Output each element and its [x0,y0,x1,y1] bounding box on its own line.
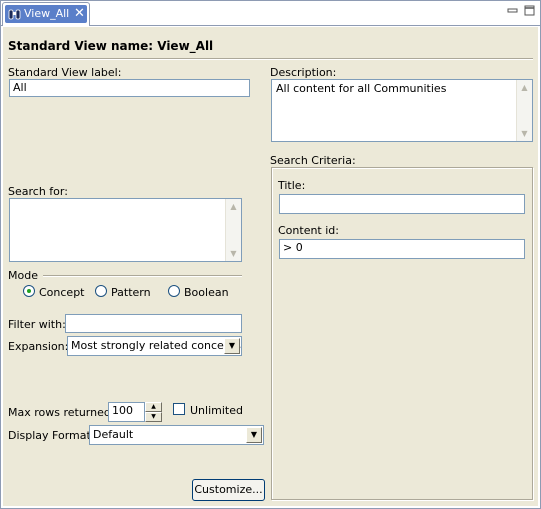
customize-button[interactable]: Customize... [192,479,265,501]
chevron-down-icon[interactable]: ▼ [246,427,262,443]
binoculars-icon [8,9,21,20]
mode-pattern-radio[interactable] [95,285,107,297]
display-format-value: Default [93,428,134,441]
filter-with-caption: Filter with: [8,318,66,331]
chevron-down-icon[interactable]: ▼ [224,338,240,354]
max-rows-input[interactable]: 100 [108,402,145,422]
search-criteria-caption: Search Criteria: [270,154,356,167]
search-for-scrollbar[interactable]: ▲ ▼ [225,199,241,261]
scroll-up-icon[interactable]: ▲ [517,80,532,95]
stepper-down-icon[interactable]: ▼ [145,412,162,422]
view-editor-window: View_All ✕ Standard View name: View_All … [0,0,541,509]
search-for-input[interactable]: ▲ ▼ [9,198,242,262]
mode-caption: Mode [8,269,38,282]
unlimited-label[interactable]: Unlimited [190,404,243,417]
expansion-value: Most strongly related concepts [71,339,241,352]
mode-boolean-radio[interactable] [168,285,180,297]
search-criteria-group: Title: Content id: > 0 [271,167,533,500]
mode-divider [43,275,242,277]
display-format-select[interactable]: Default ▼ [89,425,264,445]
tab-label: View_All [24,7,70,20]
mode-concept-label[interactable]: Concept [39,286,85,299]
page-title: Standard View name: View_All [8,39,214,53]
minimize-icon[interactable] [507,5,518,16]
scroll-down-icon[interactable]: ▼ [517,126,532,141]
tab-bar: View_All ✕ [1,1,540,26]
unlimited-checkbox[interactable] [173,403,185,415]
description-text: All content for all Communities [276,82,447,95]
mode-boolean-label[interactable]: Boolean [184,286,229,299]
expansion-caption: Expansion: [8,340,69,353]
criteria-title-input[interactable] [279,194,525,214]
max-rows-caption: Max rows returned: [8,406,115,419]
mode-concept-radio[interactable] [23,285,35,297]
form-area: Standard View name: View_All Standard Vi… [3,27,538,506]
maximize-icon[interactable] [524,5,535,16]
expansion-select[interactable]: Most strongly related concepts ▼ [67,336,242,356]
description-scrollbar[interactable]: ▲ ▼ [516,80,532,141]
stepper-up-icon[interactable]: ▲ [145,402,162,412]
mode-pattern-label[interactable]: Pattern [111,286,151,299]
search-for-caption: Search for: [8,185,68,198]
description-caption: Description: [270,66,337,79]
close-icon[interactable]: ✕ [74,5,85,22]
criteria-title-caption: Title: [278,179,306,192]
scroll-up-icon[interactable]: ▲ [226,199,241,214]
tab-view-all[interactable]: View_All ✕ [2,2,90,26]
title-divider [8,58,533,60]
max-rows-stepper[interactable]: ▲ ▼ [145,402,162,422]
content-id-input[interactable]: > 0 [279,239,525,259]
tab-active-highlight: View_All ✕ [5,5,87,23]
display-format-caption: Display Format: [8,429,95,442]
standard-view-label-caption: Standard View label: [8,66,122,79]
content-id-caption: Content id: [278,224,339,237]
description-input[interactable]: All content for all Communities ▲ ▼ [271,79,533,142]
scroll-down-icon[interactable]: ▼ [226,246,241,261]
filter-with-input[interactable] [65,314,242,333]
standard-view-label-input[interactable]: All [9,79,250,97]
